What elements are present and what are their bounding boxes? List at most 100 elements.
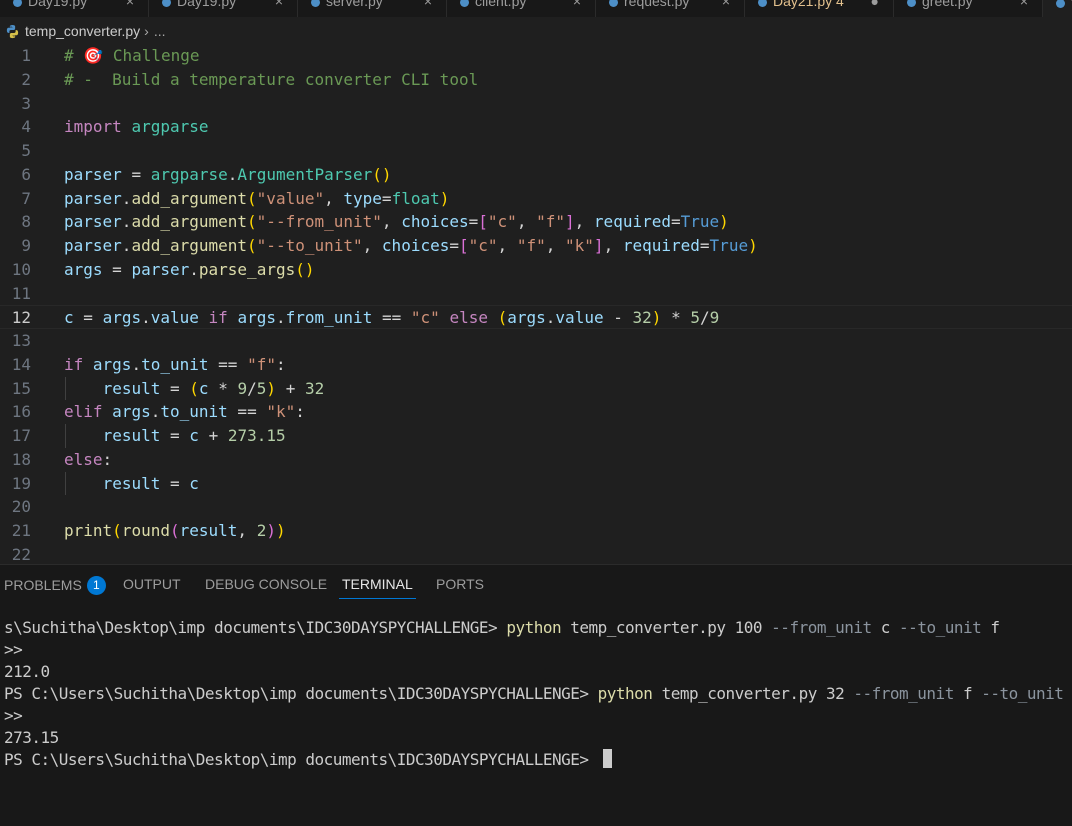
panel-tab-terminal[interactable]: TERMINAL	[339, 576, 416, 599]
code-text: result = c	[102, 473, 199, 493]
line-number: 20	[11, 497, 31, 517]
panel-tab-bar: PROBLEMS 1 OUTPUT DEBUG CONSOLE TERMINAL PORT…	[0, 565, 1072, 603]
code-text: args = parser.parse_args()	[64, 259, 315, 279]
terminal-line: PS C:\Users\Suchitha\Desktop\imp documen…	[0, 749, 1072, 771]
python-file-icon	[460, 0, 469, 7]
line-number: 17	[11, 426, 31, 445]
line-number: 7	[21, 188, 31, 208]
breadcrumb: temp_converter.py › ...	[0, 20, 1072, 42]
line-number: 16	[11, 402, 31, 422]
terminal-line: >>	[4, 706, 23, 725]
code-text: parser.add_argument("--to_unit", choices…	[64, 236, 758, 255]
line-number: 5	[21, 141, 31, 160]
python-file-icon	[6, 24, 19, 38]
breadcrumb-file[interactable]: temp_converter.py	[25, 23, 140, 39]
python-file-icon	[758, 0, 767, 7]
line-number: 11	[11, 283, 31, 303]
python-file-icon	[1056, 0, 1065, 8]
code-line[interactable]: 7 parser.add_argument("value", type=float…	[0, 187, 1072, 211]
code-line[interactable]: 19 result = c	[0, 471, 1072, 496]
code-line[interactable]: 4 import argparse	[0, 115, 1072, 139]
close-icon[interactable]: ×	[1020, 0, 1028, 9]
python-file-icon	[162, 0, 171, 7]
terminal-line: >>	[4, 640, 23, 659]
python-file-icon	[609, 0, 618, 7]
line-number: 3	[21, 93, 31, 113]
panel-tab-problems[interactable]: PROBLEMS 1	[4, 576, 106, 595]
code-line[interactable]: 12 c = args.value if args.from_unit == "c…	[0, 305, 1072, 329]
panel-tab-label: PORTS	[436, 576, 484, 592]
code-text: parser = argparse.ArgumentParser()	[64, 164, 392, 184]
breadcrumb-symbols[interactable]: ...	[154, 23, 166, 39]
code-text: if args.to_unit == "f":	[64, 354, 286, 374]
panel-tab-label: OUTPUT	[123, 576, 181, 592]
code-text: # - Build a temperature converter CLI to…	[64, 69, 479, 89]
code-line[interactable]: 8 parser.add_argument("--from_unit", choi…	[0, 210, 1072, 234]
code-line[interactable]: 17 result = c + 273.15	[0, 424, 1072, 448]
code-line[interactable]: 18 else:	[0, 448, 1072, 472]
editor-tab[interactable]: Day21.py 4 ●	[745, 0, 894, 17]
close-icon[interactable]: ×	[424, 0, 432, 9]
code-editor[interactable]: 1 # 🎯 Challenge 2 # - Build a temperature c…	[0, 44, 1072, 564]
line-number: 9	[21, 236, 31, 255]
problems-count-badge: 1	[86, 576, 106, 595]
editor-tab[interactable]: Day19.py ×	[0, 0, 149, 17]
code-text: c = args.value if args.from_unit == "c" …	[64, 308, 720, 328]
code-line[interactable]: 6 parser = argparse.ArgumentParser()	[0, 163, 1072, 187]
code-line[interactable]: 16 elif args.to_unit == "k":	[0, 400, 1072, 424]
editor-tab[interactable]: temp_converter.py×	[1043, 0, 1072, 17]
code-line[interactable]: 14 if args.to_unit == "f":	[0, 353, 1072, 377]
editor-tab[interactable]: client.py ×	[447, 0, 596, 17]
close-icon[interactable]: ×	[275, 0, 283, 9]
panel-tab-label: DEBUG CONSOLE	[205, 576, 328, 592]
modified-dot-icon[interactable]: ●	[871, 0, 879, 9]
python-file-icon	[13, 0, 22, 7]
code-line[interactable]: 2 # - Build a temperature converter CLI t…	[0, 68, 1072, 92]
panel-tab-output[interactable]: OUTPUT	[123, 576, 181, 592]
code-line[interactable]: 9 parser.add_argument("--to_unit", choice…	[0, 234, 1072, 258]
code-line[interactable]: 10 args = parser.parse_args()	[0, 258, 1072, 282]
terminal-line: 273.15	[4, 728, 59, 747]
line-number: 8	[21, 212, 31, 232]
code-line[interactable]: 3	[0, 92, 1072, 116]
code-line[interactable]: 5	[0, 139, 1072, 163]
terminal[interactable]: s\Suchitha\Desktop\imp documents\IDC30DA…	[0, 617, 1072, 771]
line-number: 19	[11, 473, 31, 493]
code-line[interactable]: 15 result = (c * 9/5) + 32	[0, 376, 1072, 401]
code-text: result = (c * 9/5) + 32	[102, 378, 325, 398]
editor-tab-label: client.py	[475, 0, 527, 9]
editor-tab[interactable]: server.py ×	[298, 0, 447, 17]
close-icon[interactable]: ×	[722, 0, 730, 9]
editor-tab-strip: Day19.py × Day19.py × server.py × client.py × re…	[0, 0, 1072, 17]
editor-tab-label: Day19.py	[28, 0, 88, 9]
bottom-panel: PROBLEMS 1 OUTPUT DEBUG CONSOLE TERMINAL PORT…	[0, 564, 1072, 826]
code-line[interactable]: 1 # 🎯 Challenge	[0, 44, 1072, 68]
chevron-right-icon: ›	[144, 23, 149, 39]
line-number: 21	[11, 521, 31, 540]
terminal-line: s\Suchitha\Desktop\imp documents\IDC30DA…	[4, 618, 1000, 637]
line-number: 2	[21, 69, 31, 89]
editor-tab[interactable]: Day19.py ×	[149, 0, 298, 17]
line-number: 10	[11, 259, 31, 279]
panel-tab-debug-console[interactable]: DEBUG CONSOLE	[205, 576, 327, 592]
panel-tab-ports[interactable]: PORTS	[436, 576, 484, 592]
code-line[interactable]: 13	[0, 329, 1072, 353]
python-file-icon	[311, 0, 320, 7]
line-number: 18	[11, 449, 31, 469]
close-icon[interactable]: ×	[126, 0, 134, 9]
editor-tab-label: request.py	[624, 0, 690, 9]
code-line[interactable]: 20	[0, 495, 1072, 519]
editor-tab-label: Day21.py 4	[773, 0, 844, 9]
terminal-line: PS C:\Users\Suchitha\Desktop\imp documen…	[4, 684, 1064, 703]
close-icon[interactable]: ×	[573, 0, 581, 9]
terminal-line: 212.0	[4, 662, 50, 681]
code-line[interactable]: 22	[0, 543, 1072, 564]
code-text: import argparse	[64, 117, 209, 137]
line-number: 14	[11, 354, 31, 374]
code-text: # 🎯 Challenge	[64, 46, 200, 65]
code-line[interactable]: 11	[0, 282, 1072, 306]
code-line[interactable]: 21 print(round(result, 2))	[0, 519, 1072, 543]
code-text: elif args.to_unit == "k":	[64, 402, 305, 422]
editor-tab[interactable]: greet.py ×	[894, 0, 1043, 17]
editor-tab[interactable]: request.py ×	[596, 0, 745, 17]
